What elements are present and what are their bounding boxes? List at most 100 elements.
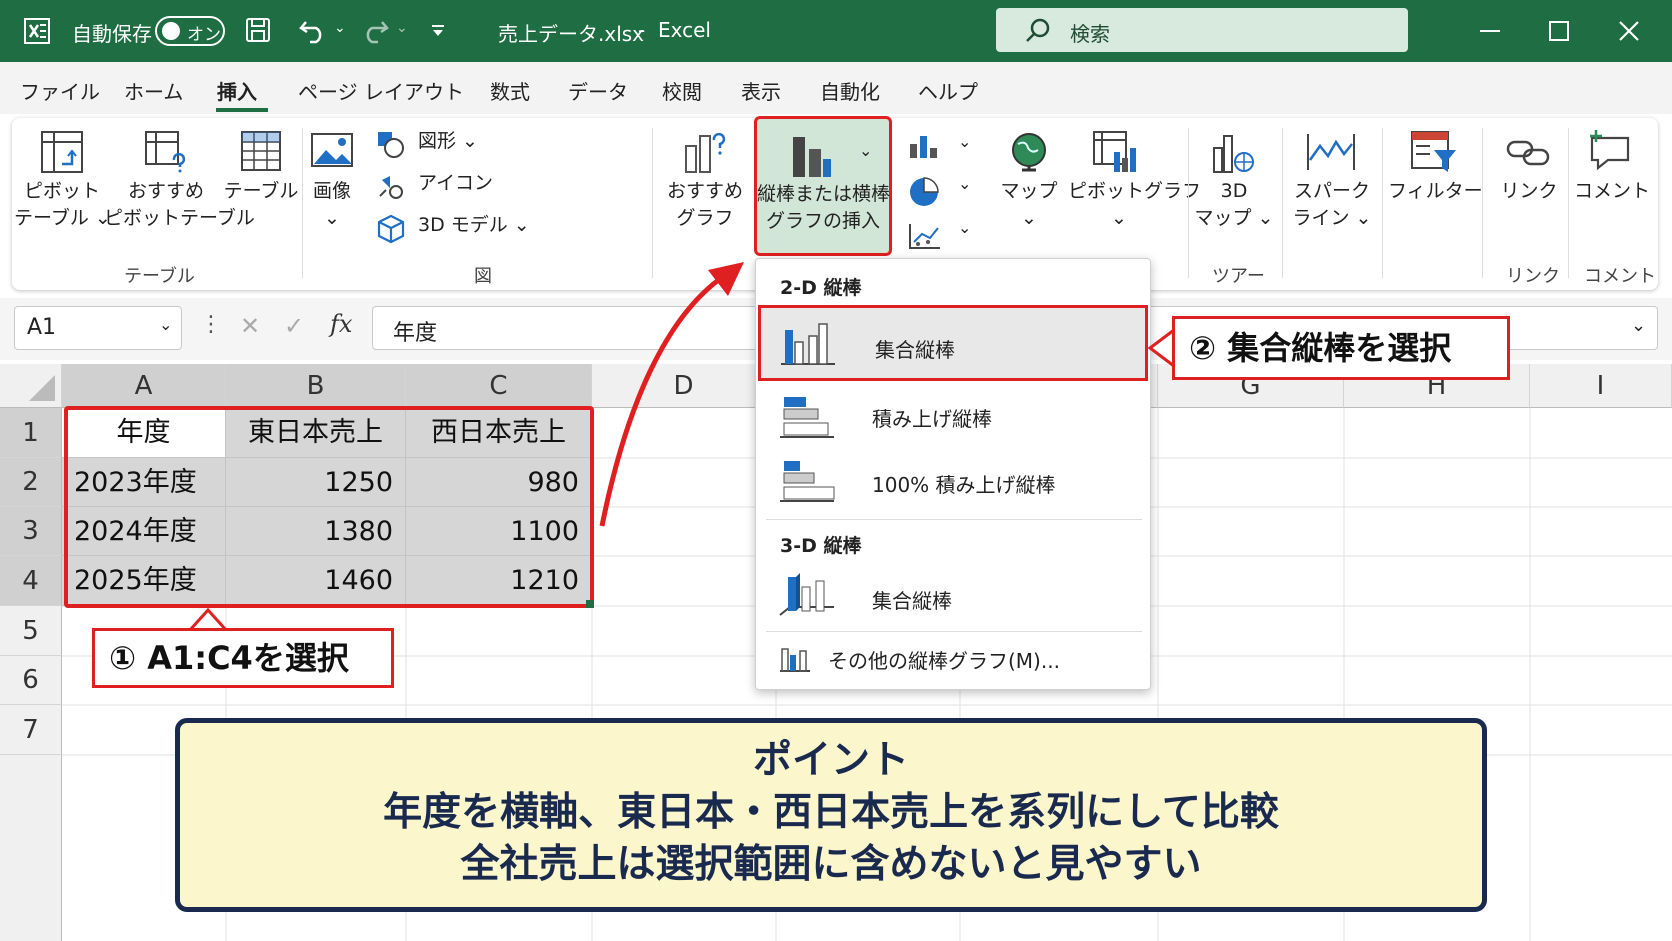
row-header-5[interactable]: 5 [0, 606, 62, 656]
picture-button[interactable]: 画像 ⌄ [302, 178, 362, 232]
minimize-icon[interactable] [1478, 24, 1502, 38]
menu-bar: ファイル ホーム 挿入 ページ レイアウト 数式 データ 校閲 表示 自動化 ヘ… [0, 62, 1672, 114]
tab-file[interactable]: ファイル [20, 76, 100, 105]
clustered-column-icon [781, 323, 835, 365]
app-name: Excel [658, 18, 711, 42]
insert-function-icon[interactable]: fx [330, 310, 352, 338]
icons-button[interactable]: アイコン [418, 170, 493, 197]
tab-insert[interactable]: 挿入 [217, 76, 257, 105]
tab-automate[interactable]: 自動化 [820, 76, 880, 105]
fill-handle[interactable] [586, 600, 594, 608]
table-button[interactable]: テーブル [218, 178, 304, 205]
tab-view[interactable]: 表示 [741, 76, 781, 105]
comment-button[interactable]: コメント [1574, 178, 1650, 205]
group-illustrations-label: 図 [474, 266, 492, 287]
3d-map-label-2: マップ ⌄ [1194, 207, 1274, 229]
picture-label: 画像 [312, 180, 351, 202]
link-icon [1506, 140, 1550, 166]
hierarchy-chart-icon[interactable] [908, 134, 942, 160]
3d-map-label: 3D [1220, 180, 1248, 202]
search-box[interactable]: 検索 [996, 8, 1408, 52]
maps-caret: ⌄ [1021, 207, 1037, 229]
3d-map-button[interactable]: 3D マップ ⌄ [1192, 178, 1276, 232]
column-header-c[interactable]: C [406, 364, 592, 408]
file-name: 売上データ.xlsx [498, 22, 645, 46]
maps-button[interactable]: マップ ⌄ [996, 178, 1062, 232]
row-header-6[interactable]: 6 [0, 656, 62, 705]
column-header-i[interactable]: I [1530, 364, 1672, 408]
sparkline-button[interactable]: スパーク ライン ⌄ [1290, 178, 1374, 232]
scatter-chart-icon[interactable] [908, 222, 942, 250]
slicer-filter-icon [1411, 131, 1456, 172]
search-icon [1026, 18, 1050, 42]
tab-help[interactable]: ヘルプ [918, 76, 978, 105]
maximize-icon[interactable] [1548, 20, 1570, 42]
pivotchart-button[interactable]: ピボットグラフ ⌄ [1068, 178, 1201, 232]
name-box[interactable]: A1 ⌄ [14, 306, 182, 350]
redo-dropdown-icon[interactable]: ⌄ [396, 20, 408, 36]
row-header-4[interactable]: 4 [0, 556, 62, 606]
group-table-label: テーブル [124, 266, 195, 287]
tab-page-layout[interactable]: ページ レイアウト [298, 76, 464, 105]
column-header-b[interactable]: B [226, 364, 406, 408]
filter-button[interactable]: フィルター [1388, 178, 1483, 205]
undo-dropdown-icon[interactable]: ⌄ [334, 20, 346, 36]
clustered-column-item[interactable]: 集合縦棒 [758, 305, 1148, 381]
point-line-2: 全社売上は選択範囲に含めないと見やすい [460, 842, 1202, 887]
picture-icon [311, 133, 353, 167]
more-column-charts-item[interactable]: その他の縦棒グラフ(M)... [828, 645, 1060, 674]
excel-logo-icon[interactable] [22, 16, 52, 46]
3d-clustered-column-item[interactable]: 集合縦棒 [872, 585, 952, 614]
chevron-down-icon[interactable]: ⌄ [958, 218, 971, 237]
select-all-icon [29, 375, 55, 401]
confirm-icon[interactable]: ✓ [284, 312, 304, 340]
sparkline-label-2: ライン ⌄ [1292, 207, 1372, 229]
autosave-toggle[interactable]: オン [155, 16, 225, 46]
autosave-state: オン [187, 25, 221, 45]
stacked-column-item[interactable]: 積み上げ縦棒 [872, 403, 992, 432]
pivottable-button[interactable]: ピボット テーブル ⌄ [14, 178, 111, 232]
dropdown-heading-2d: 2-D 縦棒 [780, 277, 862, 299]
dropdown-divider [766, 519, 1142, 520]
row-header-1[interactable]: 1 [0, 408, 62, 458]
100-stacked-column-item[interactable]: 100% 積み上げ縦棒 [872, 469, 1056, 498]
column-header-a[interactable]: A [62, 364, 226, 408]
shapes-button[interactable]: 図形 ⌄ [418, 128, 478, 155]
insert-column-chart-text: 縦棒または横棒 グラフの挿入 [757, 181, 890, 235]
more-options-icon[interactable]: ⋮ [200, 312, 222, 337]
pie-chart-icon[interactable] [908, 176, 940, 208]
customize-icon[interactable] [430, 24, 446, 38]
chevron-down-icon[interactable]: ⌄ [958, 132, 971, 151]
ribbon-separator [1282, 128, 1283, 278]
select-all-corner[interactable] [0, 364, 62, 408]
undo-icon[interactable] [298, 16, 328, 44]
tab-home[interactable]: ホーム [124, 76, 183, 105]
point-note: ポイント 年度を横軸、東日本・西日本売上を系列にして比較 全社売上は選択範囲に含… [175, 718, 1487, 912]
save-icon[interactable] [244, 16, 272, 44]
tab-formulas[interactable]: 数式 [490, 76, 530, 105]
tab-data[interactable]: データ [568, 76, 628, 105]
globe-icon [1012, 133, 1046, 172]
sparkline-icon [1307, 134, 1355, 170]
expand-formula-icon[interactable]: ⌄ [1631, 315, 1646, 336]
cancel-icon[interactable]: ✕ [240, 312, 260, 340]
close-icon[interactable] [1618, 20, 1640, 42]
chevron-down-icon: ⌄ [159, 315, 173, 334]
row-header-3[interactable]: 3 [0, 507, 62, 556]
point-title: ポイント [752, 738, 909, 783]
row-header-7[interactable]: 7 [0, 705, 62, 755]
row-header-2[interactable]: 2 [0, 458, 62, 507]
point-line-1: 年度を横軸、東日本・西日本売上を系列にして比較 [383, 790, 1279, 835]
recommended-pivottable-icon [145, 131, 186, 173]
redo-icon[interactable] [360, 16, 390, 44]
insert-column-chart-button[interactable]: ⌄ 縦棒または横棒 グラフの挿入 [754, 116, 892, 256]
recommended-pivottable-button[interactable]: おすすめ ピボットテーブル [104, 178, 255, 232]
link-button[interactable]: リンク [1498, 178, 1560, 205]
3d-model-button[interactable]: 3D モデル ⌄ [418, 212, 530, 239]
tab-review[interactable]: 校閲 [662, 76, 702, 105]
column-chart-dropdown: 2-D 縦棒 集合縦棒 積み上げ縦棒 100% 積み上げ縦棒 3-D 縦棒 集合… [755, 258, 1151, 690]
recommended-charts-button[interactable]: おすすめ グラフ [660, 178, 750, 232]
table-label: テーブル [223, 180, 299, 202]
chevron-down-icon[interactable]: ⌄ [958, 174, 971, 193]
formula-value: 年度 [393, 321, 438, 346]
